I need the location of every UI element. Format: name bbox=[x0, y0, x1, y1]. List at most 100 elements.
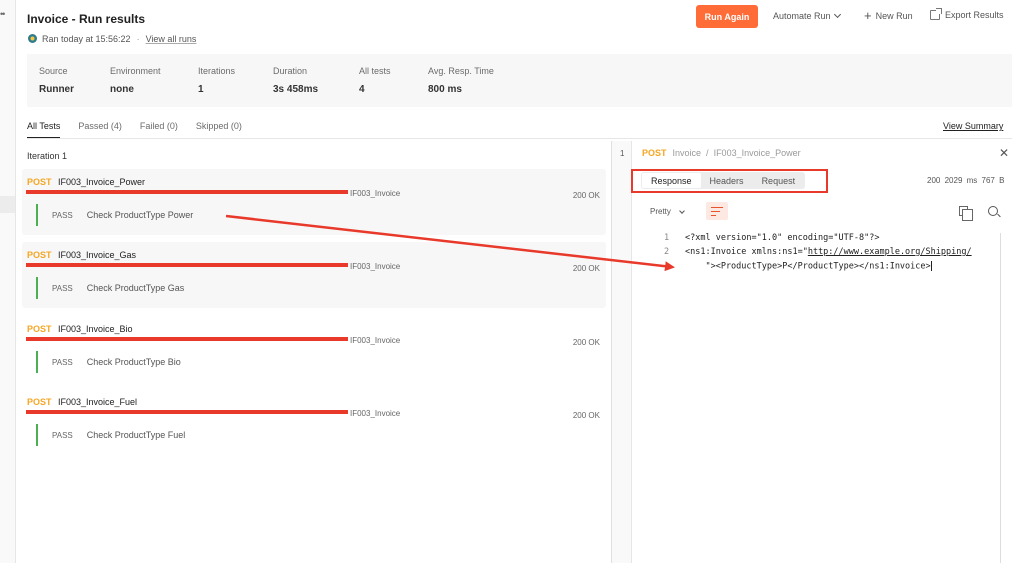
breadcrumb-separator: / bbox=[706, 148, 709, 158]
tab-failed[interactable]: Failed (0) bbox=[140, 121, 178, 138]
stat-value: 800 ms bbox=[428, 84, 462, 95]
export-results-label: Export Results bbox=[945, 10, 1004, 20]
iteration-label: Iteration 1 bbox=[27, 151, 68, 161]
automate-run-button[interactable]: Automate Run bbox=[773, 10, 841, 21]
stat-value: 3s 458ms bbox=[273, 84, 319, 95]
code-text: <ns1:Invoice xmlns:ns1=" bbox=[685, 247, 808, 257]
tab-all-tests[interactable]: All Tests bbox=[27, 121, 61, 138]
request-card[interactable]: POST IF003_Invoice_Gas IF003_Invoice 200… bbox=[22, 242, 606, 308]
response-row-gutter: 1 bbox=[612, 141, 632, 563]
request-method: POST bbox=[27, 324, 52, 334]
request-name: IF003_Invoice_Power bbox=[58, 177, 146, 187]
runner-icon bbox=[27, 33, 38, 44]
close-icon[interactable]: ✕ bbox=[999, 146, 1009, 160]
copy-icon[interactable] bbox=[959, 206, 973, 221]
view-summary-link[interactable]: View Summary bbox=[943, 121, 1003, 131]
redaction-bar bbox=[26, 263, 348, 267]
test-result-row: PASS Check ProductType Fuel bbox=[36, 424, 185, 446]
redaction-bar bbox=[26, 410, 348, 414]
code-line: <?xml version="1.0" encoding="UTF-8"?> bbox=[685, 233, 880, 243]
request-url: IF003_Invoice bbox=[350, 409, 401, 418]
stat-value: 1 bbox=[198, 84, 204, 95]
code-line: "><ProductType>P</ProductType></ns1:Invo… bbox=[685, 261, 932, 272]
run-summary: Source Runner Environment none Iteration… bbox=[27, 54, 1012, 107]
response-status: 200 OK bbox=[572, 264, 600, 273]
text-cursor bbox=[930, 261, 932, 271]
request-method: POST bbox=[27, 397, 52, 407]
breadcrumb: POST Invoice / IF003_Invoice_Power bbox=[642, 148, 801, 158]
stat-all-tests: All tests 4 bbox=[359, 66, 391, 95]
request-card[interactable]: POST IF003_Invoice_Bio IF003_Invoice 200… bbox=[22, 316, 606, 382]
response-tabs: Response Headers Request bbox=[641, 172, 806, 189]
response-status: 200 OK bbox=[572, 411, 600, 420]
stat-value: 4 bbox=[359, 84, 365, 95]
new-run-button[interactable]: + New Run bbox=[864, 9, 913, 22]
search-icon[interactable] bbox=[988, 206, 998, 216]
view-all-runs-link[interactable]: View all runs bbox=[146, 34, 197, 44]
request-url: IF003_Invoice bbox=[350, 336, 401, 345]
request-name: IF003_Invoice_Gas bbox=[58, 250, 137, 260]
breadcrumb-collection[interactable]: Invoice bbox=[673, 148, 702, 158]
test-result-row: PASS Check ProductType Bio bbox=[36, 351, 181, 373]
tab-response[interactable]: Response bbox=[642, 173, 701, 188]
code-text: "><ProductType>P</ProductType></ns1:Invo… bbox=[685, 261, 931, 272]
request-card[interactable]: POST IF003_Invoice_Fuel IF003_Invoice 20… bbox=[22, 389, 606, 455]
stat-label: All tests bbox=[359, 66, 391, 76]
stat-avg-resp-time: Avg. Resp. Time 800 ms bbox=[428, 66, 494, 95]
request-method: POST bbox=[27, 250, 52, 260]
test-result-row: PASS Check ProductType Gas bbox=[36, 277, 184, 299]
stat-label: Avg. Resp. Time bbox=[428, 66, 494, 76]
chevron-down-icon bbox=[833, 10, 841, 19]
tabs-divider bbox=[27, 138, 1012, 139]
line-number: 2 bbox=[664, 247, 670, 257]
pass-indicator bbox=[36, 351, 38, 373]
request-name: IF003_Invoice_Bio bbox=[58, 324, 133, 334]
request-url: IF003_Invoice bbox=[350, 262, 401, 271]
wrap-lines-button[interactable] bbox=[706, 202, 728, 220]
tab-skipped[interactable]: Skipped (0) bbox=[196, 121, 242, 138]
run-info: Ran today at 15:56:22 · View all runs bbox=[27, 33, 196, 44]
pass-label: PASS bbox=[52, 430, 73, 440]
wrap-lines-icon bbox=[711, 207, 723, 208]
run-again-button[interactable]: Run Again bbox=[696, 5, 758, 28]
response-meta: 200 2029 ms 767 B bbox=[927, 176, 1004, 185]
code-scrollbar[interactable] bbox=[1000, 233, 1001, 563]
request-card[interactable]: POST IF003_Invoice_Power IF003_Invoice 2… bbox=[22, 169, 606, 235]
redaction-bar bbox=[26, 337, 348, 341]
export-results-button[interactable]: Export Results bbox=[930, 8, 1004, 20]
tab-request[interactable]: Request bbox=[753, 173, 805, 188]
pass-label: PASS bbox=[52, 357, 73, 367]
pass-indicator bbox=[36, 277, 38, 299]
pass-label: PASS bbox=[52, 210, 73, 220]
tab-passed[interactable]: Passed (4) bbox=[78, 121, 122, 138]
export-icon bbox=[930, 8, 942, 20]
tab-headers[interactable]: Headers bbox=[701, 173, 753, 188]
wrap-lines-icon-part bbox=[711, 215, 716, 216]
namespace-url[interactable]: http://www.example.org/Shipping/ bbox=[808, 247, 972, 257]
format-select[interactable]: Pretty bbox=[650, 207, 685, 216]
test-name: Check ProductType Fuel bbox=[86, 430, 186, 440]
page-title: Invoice - Run results bbox=[27, 12, 146, 26]
stat-environment: Environment none bbox=[110, 66, 161, 95]
stat-label: Duration bbox=[273, 66, 308, 76]
format-label: Pretty bbox=[650, 207, 671, 216]
pass-indicator bbox=[36, 424, 38, 446]
pass-label: PASS bbox=[52, 283, 73, 293]
stat-source: Source Runner bbox=[39, 66, 74, 95]
test-result-row: PASS Check ProductType Power bbox=[36, 204, 193, 226]
pass-indicator bbox=[36, 204, 38, 226]
test-name: Check ProductType Power bbox=[86, 210, 194, 220]
automate-run-label: Automate Run bbox=[773, 11, 831, 21]
sidebar-selected-item[interactable] bbox=[0, 196, 15, 213]
stat-label: Source bbox=[39, 66, 68, 76]
breadcrumb-request[interactable]: IF003_Invoice_Power bbox=[714, 148, 801, 158]
result-tabs: All Tests Passed (4) Failed (0) Skipped … bbox=[27, 121, 260, 138]
breadcrumb-method: POST bbox=[642, 148, 667, 158]
stat-iterations: Iterations 1 bbox=[198, 66, 235, 95]
response-size: 767 B bbox=[981, 176, 1005, 185]
more-icon[interactable]: •• bbox=[0, 9, 5, 19]
stat-value: none bbox=[110, 84, 134, 95]
request-url: IF003_Invoice bbox=[350, 189, 401, 198]
new-run-label: New Run bbox=[875, 10, 913, 21]
left-sidebar-strip: •• bbox=[0, 0, 16, 563]
